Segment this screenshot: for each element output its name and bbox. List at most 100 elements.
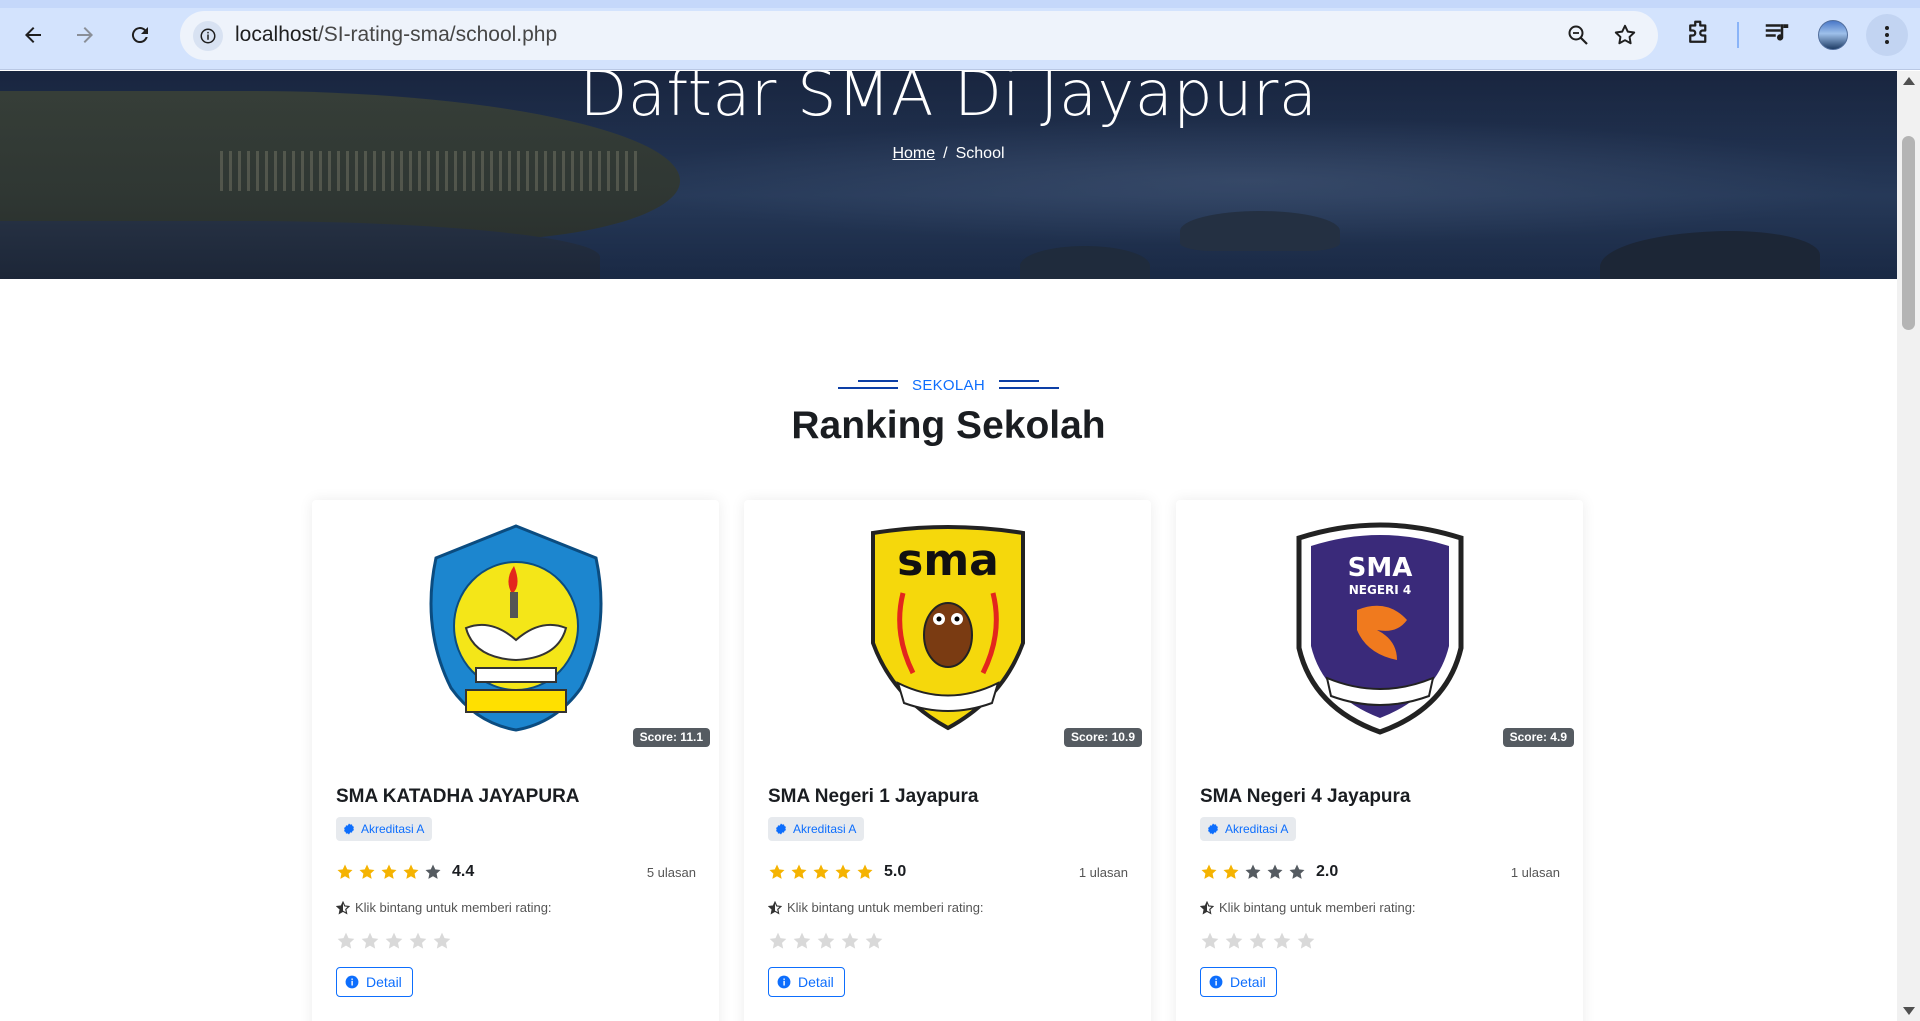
detail-button-label: Detail bbox=[798, 974, 834, 990]
star-empty-icon bbox=[425, 864, 441, 879]
svg-text:sma: sma bbox=[897, 535, 999, 586]
detail-button[interactable]: Detail bbox=[768, 967, 845, 997]
rate-star-icon[interactable] bbox=[408, 931, 428, 951]
star-filled-icon bbox=[1223, 864, 1239, 879]
average-rating: 4.4 bbox=[452, 863, 475, 880]
section-title: Ranking Sekolah bbox=[791, 404, 1106, 447]
star-half-icon bbox=[336, 900, 350, 915]
rate-stars[interactable] bbox=[768, 931, 884, 951]
extensions-icon[interactable] bbox=[1684, 18, 1714, 53]
site-info-icon[interactable] bbox=[193, 21, 223, 51]
media-controls-icon[interactable] bbox=[1762, 18, 1792, 53]
verified-badge-icon bbox=[1208, 823, 1218, 835]
review-count: 5 ulasan bbox=[646, 864, 696, 880]
detail-button[interactable]: Detail bbox=[336, 967, 413, 997]
back-button[interactable] bbox=[13, 15, 53, 55]
rating-hint: Klik bintang untuk memberi rating: bbox=[1200, 900, 1416, 915]
accreditation-text: Akreditasi A bbox=[793, 822, 857, 836]
breadcrumb-current: School bbox=[955, 145, 1005, 162]
breadcrumb-home-link[interactable]: Home bbox=[892, 145, 935, 162]
url-text[interactable]: localhost/SI-rating-sma/school.php bbox=[235, 23, 557, 47]
info-circle-icon bbox=[1209, 975, 1223, 989]
rating-summary: 4.4 5 ulasan bbox=[336, 861, 696, 883]
rate-star-icon[interactable] bbox=[1272, 931, 1292, 951]
scroll-up-arrow-icon[interactable] bbox=[1903, 77, 1915, 85]
page-scrollbar[interactable] bbox=[1897, 71, 1920, 1021]
star-empty-icon bbox=[1289, 864, 1305, 879]
rating-hint: Klik bintang untuk memberi rating: bbox=[336, 900, 552, 915]
star-filled-icon bbox=[835, 864, 851, 879]
browser-menu-button[interactable] bbox=[1866, 14, 1908, 56]
reload-button[interactable] bbox=[120, 15, 160, 55]
school-logo-emblem-icon: SMA NEGERI 4 bbox=[1296, 522, 1463, 735]
school-logo-emblem-icon: sma bbox=[870, 525, 1025, 731]
svg-text:NEGERI 4: NEGERI 4 bbox=[1348, 583, 1411, 597]
star-filled-icon bbox=[813, 864, 829, 879]
rate-stars[interactable] bbox=[336, 931, 452, 951]
detail-button-label: Detail bbox=[1230, 974, 1266, 990]
star-filled-icon bbox=[857, 864, 873, 879]
star-filled-icon bbox=[359, 864, 375, 879]
info-circle-icon bbox=[345, 975, 359, 989]
accreditation-badge: Akreditasi A bbox=[1200, 817, 1297, 841]
rate-star-icon[interactable] bbox=[1200, 931, 1220, 951]
review-count: 1 ulasan bbox=[1510, 864, 1560, 880]
more-vertical-icon bbox=[1885, 26, 1889, 44]
rate-star-icon[interactable] bbox=[1224, 931, 1244, 951]
score-badge: Score: 4.9 bbox=[1502, 728, 1574, 747]
profile-avatar[interactable] bbox=[1818, 20, 1848, 50]
star-half-icon bbox=[768, 900, 782, 915]
toolbar-divider bbox=[1737, 22, 1739, 48]
scrollbar-thumb[interactable] bbox=[1902, 136, 1915, 330]
detail-button[interactable]: Detail bbox=[1200, 967, 1277, 997]
svg-text:SMA: SMA bbox=[1347, 553, 1412, 583]
average-rating: 2.0 bbox=[1316, 863, 1339, 880]
school-logo: sma bbox=[744, 500, 1151, 756]
detail-button-label: Detail bbox=[366, 974, 402, 990]
rate-star-icon[interactable] bbox=[792, 931, 812, 951]
school-name: SMA Negeri 4 Jayapura bbox=[1200, 786, 1411, 807]
star-filled-icon bbox=[769, 864, 785, 879]
scroll-down-arrow-icon[interactable] bbox=[1903, 1007, 1915, 1015]
average-stars bbox=[336, 863, 442, 881]
rating-summary: 5.0 1 ulasan bbox=[768, 861, 1128, 883]
reload-icon bbox=[131, 27, 148, 44]
rate-star-icon[interactable] bbox=[432, 931, 452, 951]
star-filled-icon bbox=[1201, 864, 1217, 879]
eyebrow-decoration-right bbox=[998, 380, 1059, 390]
school-logo-emblem-icon bbox=[429, 524, 602, 732]
address-bar[interactable]: localhost/SI-rating-sma/school.php bbox=[180, 11, 1658, 60]
rate-star-icon[interactable] bbox=[816, 931, 836, 951]
zoom-icon[interactable] bbox=[1566, 23, 1590, 52]
star-filled-icon bbox=[403, 864, 419, 879]
hero-island bbox=[1600, 231, 1820, 279]
page-viewport: Daftar SMA Di Jayapura Home / School SEKOL… bbox=[0, 71, 1897, 1021]
hero-island bbox=[1180, 211, 1340, 251]
star-filled-icon bbox=[337, 864, 353, 879]
star-filled-icon bbox=[381, 864, 397, 879]
score-badge: Score: 10.9 bbox=[1063, 728, 1142, 747]
section-eyebrow-text: SEKOLAH bbox=[912, 376, 985, 394]
rate-stars[interactable] bbox=[1200, 931, 1316, 951]
rate-star-icon[interactable] bbox=[384, 931, 404, 951]
accreditation-text: Akreditasi A bbox=[1225, 822, 1289, 836]
accreditation-badge: Akreditasi A bbox=[336, 817, 433, 841]
average-rating: 5.0 bbox=[884, 863, 907, 880]
rate-star-icon[interactable] bbox=[360, 931, 380, 951]
forward-button[interactable] bbox=[65, 15, 105, 55]
star-filled-icon bbox=[791, 864, 807, 879]
breadcrumb-separator: / bbox=[943, 145, 948, 162]
rate-star-icon[interactable] bbox=[864, 931, 884, 951]
rate-star-icon[interactable] bbox=[1248, 931, 1268, 951]
rate-star-icon[interactable] bbox=[1296, 931, 1316, 951]
rating-hint-text: Klik bintang untuk memberi rating: bbox=[1219, 900, 1416, 915]
breadcrumb: Home / School bbox=[0, 145, 1897, 163]
bookmark-star-icon[interactable] bbox=[1612, 22, 1638, 53]
arrow-right-icon bbox=[77, 27, 93, 43]
rate-star-icon[interactable] bbox=[336, 931, 356, 951]
star-empty-icon bbox=[1245, 864, 1261, 879]
url-path: /SI-rating-sma/school.php bbox=[317, 23, 558, 46]
rate-star-icon[interactable] bbox=[768, 931, 788, 951]
verified-badge-icon bbox=[776, 823, 786, 835]
rate-star-icon[interactable] bbox=[840, 931, 860, 951]
